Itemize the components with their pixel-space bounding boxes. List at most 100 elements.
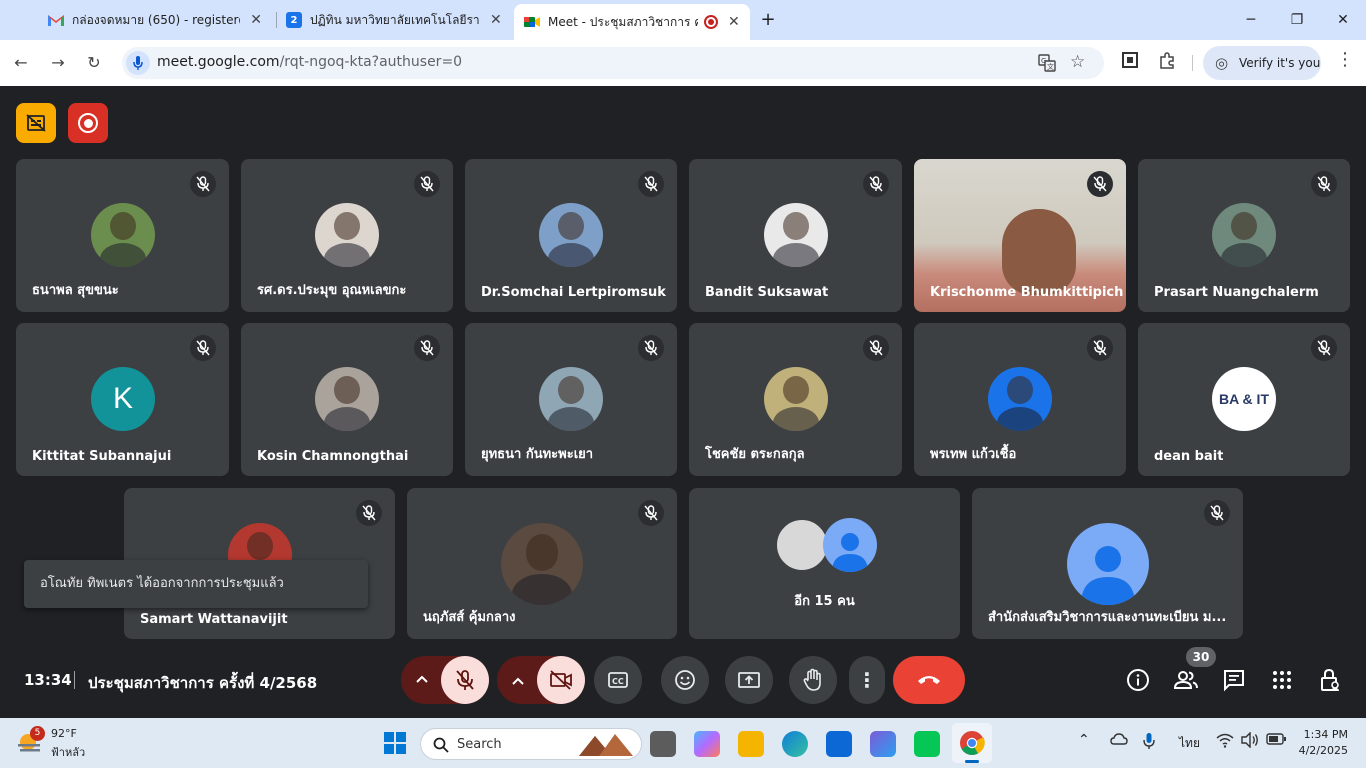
- camera-off-button[interactable]: [537, 656, 585, 704]
- microphone-tray-icon[interactable]: [1143, 732, 1155, 753]
- meeting-info-button[interactable]: [1124, 666, 1152, 694]
- participant-name: dean bait: [1154, 449, 1224, 464]
- muted-mic-icon: [414, 171, 440, 197]
- chat-button[interactable]: [1220, 666, 1248, 694]
- edge-browser-icon[interactable]: [782, 731, 808, 757]
- chrome-menu-icon[interactable]: ⋮: [1336, 49, 1354, 70]
- microphone-permission-icon[interactable]: [126, 51, 150, 75]
- captions-button[interactable]: CC: [594, 656, 642, 704]
- muted-mic-icon: [414, 335, 440, 361]
- close-tab-icon[interactable]: ✕: [728, 14, 740, 30]
- participant-tile[interactable]: พรเทพ แก้วเชื้อ: [914, 323, 1126, 476]
- meet-icon: [524, 14, 540, 30]
- camera-options-chevron-icon[interactable]: [511, 671, 525, 690]
- raise-hand-button[interactable]: [789, 656, 837, 704]
- avatar-initial: K: [112, 382, 133, 415]
- forward-button[interactable]: →: [47, 52, 69, 74]
- participant-tile[interactable]: Prasart Nuangchalerm: [1138, 159, 1350, 312]
- divider: [74, 671, 75, 689]
- participant-tile[interactable]: Krischonme Bhumkittipich: [914, 159, 1126, 312]
- volume-icon[interactable]: [1241, 731, 1259, 751]
- chrome-taskbar-button[interactable]: [952, 723, 992, 763]
- avatar-photo: [783, 375, 809, 405]
- participant-tile[interactable]: โชคชัย ตระกลกุล: [689, 323, 902, 476]
- avatar-photo: [334, 375, 360, 405]
- task-view-icon[interactable]: [650, 731, 676, 757]
- avatar-photo: [1220, 242, 1268, 267]
- extensions-icon[interactable]: [1158, 52, 1176, 74]
- people-button[interactable]: [1172, 666, 1200, 694]
- avatar-photo: [512, 573, 572, 605]
- avatar-photo: [772, 242, 820, 267]
- close-tab-icon[interactable]: ✕: [490, 12, 502, 28]
- muted-mic-icon: [356, 500, 382, 526]
- file-explorer-icon[interactable]: [738, 731, 764, 757]
- verify-identity-button[interactable]: ◎ Verify it's you: [1203, 46, 1321, 80]
- search-icon: [433, 737, 449, 753]
- participant-tile[interactable]: อีก 15 คน: [689, 488, 960, 639]
- reactions-button[interactable]: [661, 656, 709, 704]
- close-tab-icon[interactable]: ✕: [250, 12, 262, 28]
- leave-call-button[interactable]: [893, 656, 965, 704]
- mic-options-chevron-icon[interactable]: [415, 672, 429, 688]
- minimize-button[interactable]: ─: [1228, 8, 1274, 32]
- recording-badge[interactable]: [68, 103, 108, 143]
- bookmark-star-icon[interactable]: ☆: [1070, 52, 1085, 72]
- participant-tile[interactable]: Dr.Somchai Lertpiromsuk: [465, 159, 677, 312]
- captions-off-badge[interactable]: [16, 103, 56, 143]
- start-button[interactable]: [384, 732, 406, 758]
- host-controls-button[interactable]: [1316, 666, 1344, 694]
- taskbar-date[interactable]: 4/2/2025: [1298, 744, 1348, 757]
- muted-mic-icon: [1087, 171, 1113, 197]
- taskbar-search-box[interactable]: Search: [420, 728, 642, 760]
- more-options-button[interactable]: ⋮: [849, 656, 885, 704]
- chrome-icon: [960, 731, 985, 756]
- battery-icon[interactable]: [1266, 733, 1286, 748]
- browser-tab-strip: กล่องจดหมาย (650) - register@m ✕ 2 ปฏิทิ…: [0, 0, 1366, 40]
- participant-tile[interactable]: K Kittitat Subannajui: [16, 323, 229, 476]
- maximize-button[interactable]: ❐: [1274, 8, 1320, 32]
- mic-off-button[interactable]: [441, 656, 489, 704]
- participant-name: Kittitat Subannajui: [32, 449, 172, 464]
- participant-name: Krischonme Bhumkittipich: [930, 285, 1124, 300]
- lock-person-icon: [1321, 668, 1339, 691]
- taskbar-time[interactable]: 1:34 PM: [1298, 728, 1348, 741]
- participant-tile[interactable]: ธนาพล สุขขนะ: [16, 159, 229, 312]
- avatar-photo: [323, 242, 371, 267]
- new-tab-button[interactable]: +: [754, 8, 782, 32]
- participant-tile[interactable]: BA & IT dean bait: [1138, 323, 1350, 476]
- present-screen-button[interactable]: [725, 656, 773, 704]
- avatar-photo: [558, 375, 584, 405]
- reading-mode-icon[interactable]: [1122, 52, 1138, 72]
- tab-gmail[interactable]: กล่องจดหมาย (650) - register@m ✕: [38, 6, 272, 34]
- translate-icon[interactable]: G文: [1038, 54, 1056, 76]
- tab-calendar[interactable]: 2 ปฏิทิน มหาวิทยาลัยเทคโนโลยีราชมงค ✕: [276, 6, 512, 34]
- tab-title: Meet - ประชุมสภาวิชาการ ครั้งที่: [548, 14, 698, 29]
- input-language[interactable]: ไทย: [1179, 734, 1200, 753]
- address-bar[interactable]: meet.google.com/rqt-ngoq-kta?authuser=0 …: [122, 47, 1104, 79]
- participant-tile[interactable]: นฤภัสส์ คุ้มกลาง: [407, 488, 677, 639]
- url-host: meet.google.com: [157, 54, 280, 70]
- wifi-icon[interactable]: [1216, 732, 1234, 751]
- activities-button[interactable]: [1268, 666, 1296, 694]
- line-app-icon[interactable]: [914, 731, 940, 757]
- avatar-photo: [558, 211, 584, 241]
- meet-stage: ธนาพล สุขขนะ รศ.ดร.ประมุข อุณหเลขกะ Dr.Som…: [0, 86, 1366, 718]
- participant-tile[interactable]: Bandit Suksawat: [689, 159, 902, 312]
- tab-meet[interactable]: Meet - ประชุมสภาวิชาการ ครั้งที่ ✕: [514, 4, 750, 40]
- participant-tile[interactable]: สำนักส่งเสริมวิชาการและงานทะเบียน ม...: [972, 488, 1243, 639]
- participant-tile[interactable]: รศ.ดร.ประมุข อุณหเลขกะ: [241, 159, 453, 312]
- participant-tile[interactable]: Kosin Chamnongthai: [241, 323, 453, 476]
- participant-name: ยุทธนา กันทะพะเยา: [481, 447, 594, 462]
- copilot-icon[interactable]: [694, 731, 720, 757]
- microsoft-store-icon[interactable]: [826, 731, 852, 757]
- onedrive-sync-icon[interactable]: [1110, 732, 1128, 751]
- close-window-button[interactable]: ✕: [1320, 8, 1366, 32]
- muted-mic-icon: [638, 171, 664, 197]
- copilot-app-icon[interactable]: [870, 731, 896, 757]
- show-hidden-icons-chevron[interactable]: ⌃: [1078, 732, 1090, 748]
- participant-tile[interactable]: ยุทธนา กันทะพะเยา: [465, 323, 677, 476]
- reload-button[interactable]: ↻: [83, 52, 105, 74]
- participant-avatar: [539, 203, 603, 267]
- back-button[interactable]: ←: [10, 52, 32, 74]
